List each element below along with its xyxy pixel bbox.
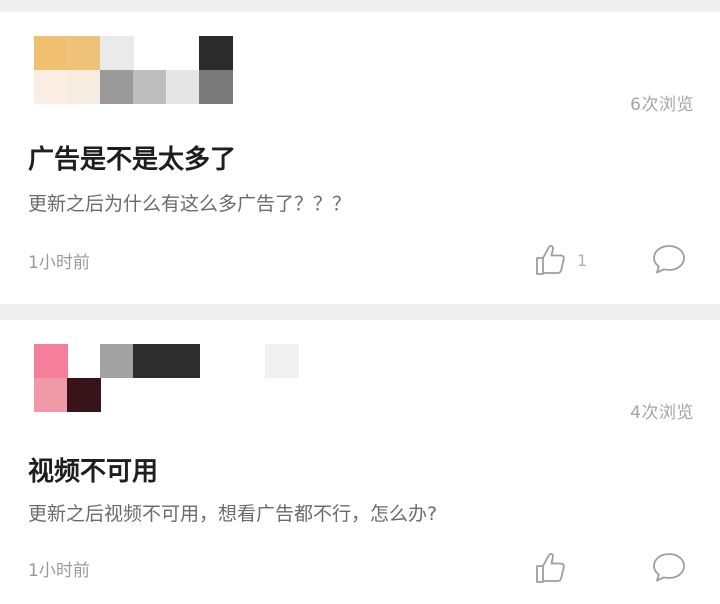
avatar-pixel [133,70,167,104]
thumbs-up-icon [536,245,565,275]
avatar-pixel [166,70,200,104]
post-title[interactable]: 广告是不是太多了 [28,139,236,176]
avatar-pixel [34,378,68,412]
post-feed: 6次浏览 广告是不是太多了 更新之后为什么有这么多广告了？？？ 1小时前 1 4… [0,0,720,604]
avatar-pixel [34,36,68,70]
avatar-pixel [67,36,101,70]
avatar-pixel [67,70,101,104]
like-button[interactable]: 1 [533,240,597,280]
avatar-pixel [265,344,299,378]
like-count: 1 [577,250,588,270]
comment-bubble-icon [653,553,685,582]
post-card[interactable]: 6次浏览 广告是不是太多了 更新之后为什么有这么多广告了？？？ 1小时前 1 [0,12,720,304]
comment-button[interactable] [650,240,690,280]
comment-bubble-icon [653,245,685,274]
avatar-pixel [67,378,101,412]
avatar-pixel [133,344,167,378]
avatar-pixel [199,36,233,70]
post-title[interactable]: 视频不可用 [28,451,158,488]
post-card[interactable]: 4次浏览 视频不可用 更新之后视频不可用，想看广告都不行，怎么办? 1小时前 [0,320,720,604]
avatar-pixel [166,344,200,378]
avatar-pixel [100,344,134,378]
view-count: 4次浏览 [630,403,694,423]
thumbs-up-icon [536,553,565,583]
avatar-pixel [100,36,134,70]
post-time: 1小时前 [28,253,90,273]
post-body[interactable]: 更新之后视频不可用，想看广告都不行，怎么办? [28,499,437,526]
avatar-pixel [199,70,233,104]
avatar-pixel [100,70,134,104]
avatar-pixel [34,70,68,104]
avatar-pixel [34,344,68,378]
avatar[interactable] [34,344,302,414]
post-body[interactable]: 更新之后为什么有这么多广告了？？？ [28,189,351,216]
post-time: 1小时前 [28,561,90,581]
view-count: 6次浏览 [630,95,694,115]
comment-button[interactable] [650,548,690,588]
like-button[interactable] [533,548,597,588]
avatar[interactable] [34,36,302,106]
